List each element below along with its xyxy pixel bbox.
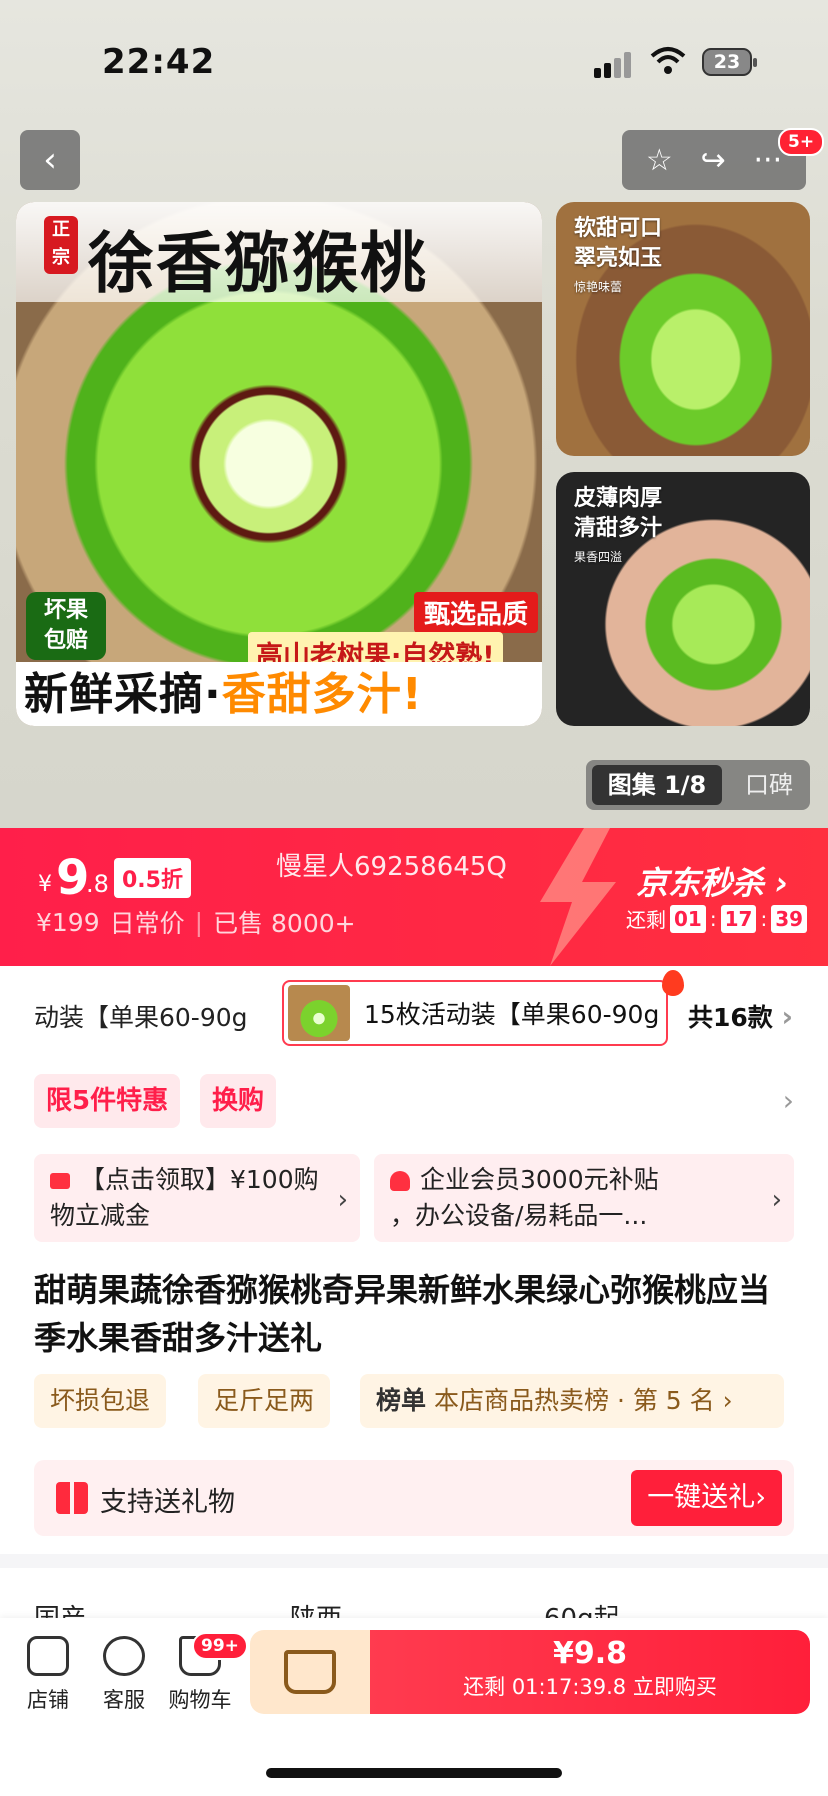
original-price: ¥199 [36, 907, 100, 937]
coupon-card-1[interactable]: 【点击领取】¥100购 物立减金 › [34, 1154, 360, 1242]
promo-row[interactable]: 限5件特惠 换购 › [34, 1074, 794, 1130]
signal-icon [594, 50, 638, 78]
feature-tag-weight: 足斤足两 [198, 1374, 331, 1428]
service-icon [103, 1636, 145, 1676]
more-badge: 5+ [778, 128, 825, 156]
side-image-1[interactable]: 软甜可口 翠亮如玉 惊艳味蕾 [556, 202, 810, 456]
product-info-card: 动装【单果60-90g 15枚活动装【单果60-90g 共16款 › 限5件特惠… [0, 966, 828, 1554]
product-image-gallery[interactable]: 22:42 23 ‹ ☆ ↪ ··· 5+ 正宗 徐香猕猴桃 坏果包赔 甄选品质… [0, 0, 828, 828]
variant-count[interactable]: 共16款 › [688, 998, 793, 1034]
side1-caption: 软甜可口 翠亮如玉 [574, 216, 663, 271]
promo-tag-limit: 限5件特惠 [34, 1074, 181, 1128]
service-button[interactable]: 客服 [84, 1636, 164, 1714]
coupon-card-2[interactable]: 企业会员3000元补贴 ，办公设备/易耗品一... › [374, 1154, 794, 1242]
bad-fruit-tag: 坏果包赔 [26, 592, 106, 660]
battery-icon: 23 [702, 48, 757, 76]
gift-icon [56, 1482, 88, 1514]
chevron-right-icon: › [782, 1084, 794, 1117]
promo-tag-exchange: 换购 [200, 1074, 277, 1128]
side-image-2[interactable]: 皮薄肉厚 清甜多汁 果香四溢 [556, 472, 810, 726]
price-decimal: .8 [86, 870, 109, 898]
variant-thumbnail [288, 985, 350, 1041]
coupon-row: 【点击领取】¥100购 物立减金 › 企业会员3000元补贴 ，办公设备/易耗品… [34, 1154, 794, 1242]
buy-now-button[interactable]: ¥9.8 还剩 01:17:39.8 立即购买 [370, 1630, 810, 1714]
watermark-text: 慢星人69258645Q [276, 852, 507, 882]
price-banner: ¥ 9 .8 0.5折 慢星人69258645Q ¥199 日常价 | 已售 8… [0, 828, 828, 966]
send-gift-button[interactable]: 一键送礼› [631, 1470, 782, 1526]
selected-quality-tag: 甄选品质 [413, 592, 538, 633]
countdown: 还剩 01: 17: 39 [626, 904, 808, 933]
tab-reviews[interactable]: 口碑 [736, 765, 802, 805]
feature-row: 坏损包退 足斤足两 榜单 本店商品热卖榜 · 第 5 名 › [34, 1374, 794, 1428]
bottom-action-bar: 店铺 客服 购物车 99+ ¥9.8 还剩 01:17:39.8 立即购买 [0, 1618, 828, 1796]
variant-option[interactable]: 动装【单果60-90g [34, 998, 274, 1034]
share-icon[interactable]: ↪ [701, 143, 726, 178]
person-icon [390, 1171, 410, 1191]
feature-tag-return: 坏损包退 [34, 1374, 167, 1428]
product-title: 甜萌果蔬徐香猕猴桃奇异果新鲜水果绿心弥猴桃应当季水果香甜多汁送礼 [34, 1271, 771, 1357]
zheng-tag: 正宗 [44, 216, 78, 274]
more-icon[interactable]: ··· [754, 143, 783, 178]
coupon-icon [50, 1173, 70, 1189]
image-slogan: 新鲜采摘·香甜多汁! [24, 669, 423, 720]
image-title: 徐香猕猴桃 [88, 224, 428, 302]
ranking-tag[interactable]: 榜单 本店商品热卖榜 · 第 5 名 › [360, 1374, 784, 1428]
clock: 22:42 [102, 42, 216, 82]
daily-price-label: 日常价 [109, 909, 185, 938]
main-product-image[interactable]: 正宗 徐香猕猴桃 坏果包赔 甄选品质 高山老树果·自然熟! 新鲜采摘·香甜多汁! [16, 202, 542, 726]
status-bar: 22:42 23 [0, 38, 828, 84]
gift-row: 支持送礼物 一键送礼› [34, 1460, 794, 1536]
star-icon[interactable]: ☆ [646, 143, 673, 178]
discount-badge: 0.5折 [114, 858, 191, 898]
cart-badge: 99+ [192, 1632, 248, 1660]
add-to-cart-button[interactable] [250, 1630, 370, 1714]
home-indicator [266, 1768, 562, 1778]
store-button[interactable]: 店铺 [8, 1636, 88, 1714]
variant-option-selected[interactable]: 15枚活动装【单果60-90g [282, 980, 668, 1046]
lightning-icon [540, 828, 616, 966]
jd-seckill-label[interactable]: 京东秒杀 › [636, 858, 788, 904]
fire-icon [662, 970, 684, 996]
price-integer: 9 [56, 850, 90, 906]
tab-gallery[interactable]: 图集 1/8 [592, 765, 722, 805]
sold-count: 已售 8000+ [213, 909, 356, 938]
variant-selector: 动装【单果60-90g 15枚活动装【单果60-90g 共16款 › [34, 970, 794, 1056]
gallery-switcher: 图集 1/8 口碑 [586, 760, 810, 810]
add-cart-icon [284, 1650, 336, 1694]
store-icon [27, 1636, 69, 1676]
side2-caption: 皮薄肉厚 清甜多汁 [574, 486, 663, 541]
wifi-icon [650, 47, 686, 74]
back-button[interactable]: ‹ [20, 130, 80, 190]
